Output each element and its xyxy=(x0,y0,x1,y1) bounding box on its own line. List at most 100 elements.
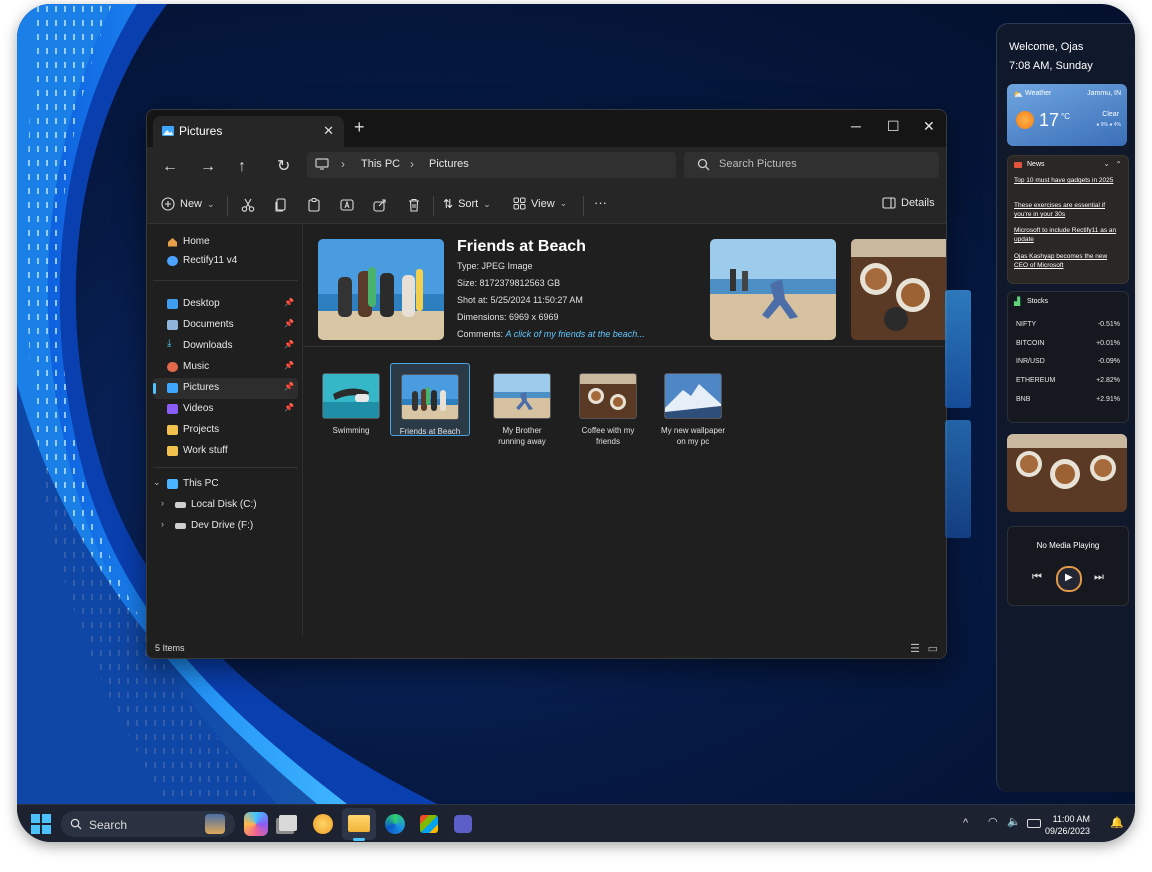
file-name: Friends at Beach xyxy=(391,426,469,437)
sidebar-item-desktop[interactable]: Desktop 📌 xyxy=(153,294,298,315)
sidebar-item-music[interactable]: Music 📌 xyxy=(153,357,298,378)
file-name: My Brother running away xyxy=(483,425,561,447)
view-button[interactable]: View ⌄ xyxy=(513,197,567,210)
item-count: 5 Items xyxy=(155,643,185,653)
weather-widget[interactable]: ⛅ Weather Jammu, IN 17 °C Clear ● 9% ● 4… xyxy=(1007,84,1127,146)
download-icon: ⤓ xyxy=(167,338,172,349)
media-status: No Media Playing xyxy=(1036,541,1100,550)
search-box[interactable]: Search Pictures xyxy=(684,152,939,178)
close-button[interactable]: ✕ xyxy=(923,118,935,135)
sidebar-item-rectify11[interactable]: Rectify11 v4 xyxy=(153,251,298,272)
taskbar-search[interactable]: Search xyxy=(61,811,235,837)
back-button[interactable]: ← xyxy=(162,159,178,175)
chevron-up-icon[interactable]: ⌃ xyxy=(1115,160,1122,169)
store-icon[interactable] xyxy=(420,815,438,833)
news-link[interactable]: Microsoft to include Rectify11 as an upd… xyxy=(1014,226,1122,244)
pictures-icon xyxy=(162,126,174,136)
folder-icon xyxy=(167,425,178,435)
stock-change: +0.01% xyxy=(1096,340,1120,347)
sidebar-item-pictures[interactable]: Pictures 📌 xyxy=(153,378,298,399)
pin-icon: 📌 xyxy=(284,319,294,328)
stock-row: INR/USD -0.09% xyxy=(1016,358,1120,365)
stock-row: BNB +2.91% xyxy=(1016,396,1120,403)
previous-track-icon[interactable]: ⏮ xyxy=(1032,571,1042,584)
tiles-view-icon[interactable]: ▭ xyxy=(928,642,938,655)
sidebar-item-label: Home xyxy=(183,236,210,247)
refresh-button[interactable]: ↻ xyxy=(277,159,290,175)
chevron-right-icon: › xyxy=(161,519,164,529)
share-icon[interactable] xyxy=(372,197,388,213)
maximize-button[interactable]: ☐ xyxy=(887,118,900,135)
stocks-widget[interactable]: ▟ Stocks NIFTY -0.51% BITCOIN +0.01% INR/U… xyxy=(1007,291,1129,423)
preview-comments: Comments: A click of my friends at the b… xyxy=(457,329,645,339)
file-explorer-icon[interactable] xyxy=(348,815,370,832)
list-view-icon[interactable]: ☰ xyxy=(910,642,920,655)
pin-icon: 📌 xyxy=(284,382,294,391)
sidebar-item-downloads[interactable]: ⤓ Downloads 📌 xyxy=(153,336,298,357)
new-tab-button[interactable]: + xyxy=(354,118,365,136)
sun-icon xyxy=(1016,111,1034,129)
news-widget[interactable]: News ⌄ ⌃ Top 10 must have gadgets in 202… xyxy=(1007,155,1129,284)
copy-icon[interactable] xyxy=(273,197,289,213)
sidebar-item-videos[interactable]: Videos 📌 xyxy=(153,399,298,420)
rename-icon[interactable] xyxy=(339,197,355,213)
file-name-line: Friends at Beach xyxy=(399,427,461,436)
teams-icon[interactable] xyxy=(454,815,472,833)
forward-button[interactable]: → xyxy=(200,159,216,175)
file-name-line: friends xyxy=(595,437,620,446)
notification-bell-icon[interactable]: 🔔 xyxy=(1110,816,1124,829)
tab-pictures[interactable]: Pictures ✕ xyxy=(153,116,344,147)
news-link[interactable]: These exercises are essential if you're … xyxy=(1014,201,1122,219)
sidebar-item-local-disk[interactable]: › Local Disk (C:) xyxy=(153,495,298,516)
delete-icon[interactable] xyxy=(406,197,422,213)
sidebar-item-projects[interactable]: Projects xyxy=(153,420,298,441)
time-day: 7:08 AM, Sunday xyxy=(1009,60,1093,72)
wifi-icon[interactable]: ◠ xyxy=(988,815,998,828)
new-button[interactable]: New ⌄ xyxy=(161,197,215,211)
tab-label: Pictures xyxy=(179,124,223,138)
stocks-label: Stocks xyxy=(1027,298,1049,305)
system-tray-overflow-icon[interactable]: ^ xyxy=(963,817,968,829)
copilot-icon[interactable] xyxy=(244,812,268,836)
edge-icon[interactable] xyxy=(385,814,405,834)
volume-icon[interactable]: 🔈 xyxy=(1007,815,1021,828)
file-item[interactable]: Coffee with my friends xyxy=(569,363,647,447)
news-link[interactable]: Top 10 must have gadgets in 2025 xyxy=(1014,176,1122,185)
breadcrumb-pictures[interactable]: Pictures xyxy=(429,158,469,170)
widgets-app-icon[interactable] xyxy=(313,814,333,834)
sidebar-item-label: Videos xyxy=(183,403,214,414)
sidebar-item-label: Music xyxy=(183,361,210,372)
chevron-down-icon: ⌄ xyxy=(559,198,568,208)
address-bar[interactable]: › This PC › Pictures xyxy=(307,152,676,178)
sidebar-item-dev-drive[interactable]: › Dev Drive (F:) xyxy=(153,516,298,537)
sidebar-item-documents[interactable]: Documents 📌 xyxy=(153,315,298,336)
news-link[interactable]: Ojas Kashyap becomes the new CEO of Micr… xyxy=(1014,252,1122,270)
plus-circle-icon xyxy=(161,197,175,211)
next-track-icon[interactable]: ⏭ xyxy=(1094,571,1104,584)
thumbnail-wallpaper xyxy=(664,373,722,419)
details-button[interactable]: Details xyxy=(882,197,935,209)
file-name-line: running away xyxy=(498,437,546,446)
sidebar-item-home[interactable]: Home xyxy=(153,232,298,253)
paste-icon[interactable] xyxy=(306,197,322,213)
file-item[interactable]: Swimming xyxy=(312,363,390,436)
stock-name: BITCOIN xyxy=(1016,340,1045,347)
minimize-button[interactable]: ─ xyxy=(851,118,861,134)
breadcrumb-this-pc[interactable]: This PC xyxy=(361,158,400,170)
sidebar-item-work-stuff[interactable]: Work stuff xyxy=(153,441,298,462)
file-item[interactable]: My new wallpaper on my pc xyxy=(654,363,732,447)
clock[interactable]: 11:00 AM 09/26/2023 xyxy=(1045,813,1090,837)
more-options-button[interactable]: ··· xyxy=(594,195,607,210)
photo-widget[interactable] xyxy=(1007,434,1127,512)
task-view-icon[interactable] xyxy=(279,815,297,831)
battery-icon[interactable] xyxy=(1027,819,1041,828)
file-item-selected[interactable]: Friends at Beach xyxy=(390,363,470,436)
up-button[interactable]: ↑ xyxy=(238,159,246,175)
chevron-down-icon[interactable]: ⌄ xyxy=(1103,159,1110,168)
start-icon[interactable] xyxy=(31,814,51,834)
tab-close-icon[interactable]: ✕ xyxy=(323,123,334,139)
cut-icon[interactable] xyxy=(240,197,256,213)
file-item[interactable]: My Brother running away xyxy=(483,363,561,447)
sidebar-item-this-pc[interactable]: ⌄ This PC xyxy=(153,474,298,495)
sort-button[interactable]: ⇅ Sort ⌄ xyxy=(443,197,491,211)
